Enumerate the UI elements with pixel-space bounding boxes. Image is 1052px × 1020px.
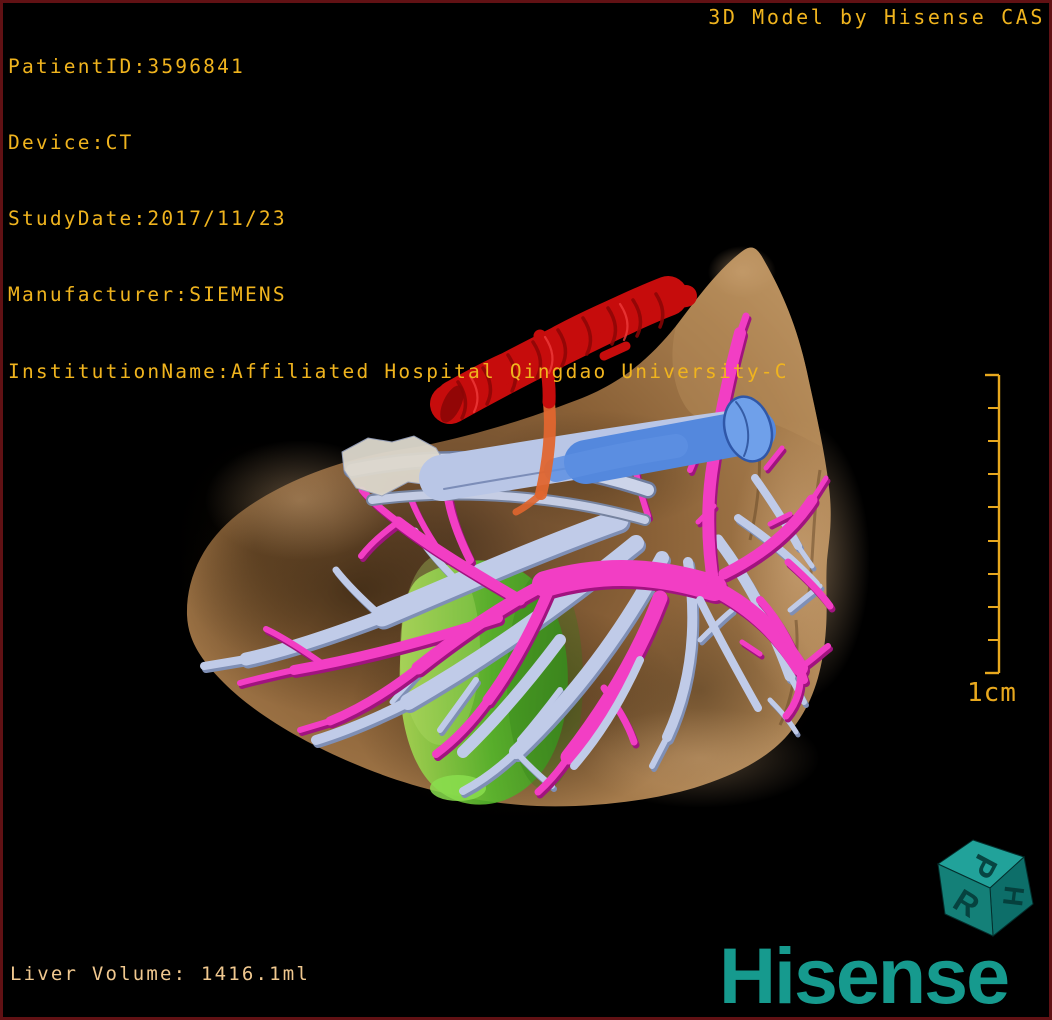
patient-info: PatientID:3596841 Device:CT StudyDate:20… bbox=[8, 3, 789, 435]
cube-letter-head: H bbox=[997, 884, 1030, 908]
liver-volume-text: Liver Volume: 1416.1ml bbox=[10, 963, 311, 985]
manufacturer-text: Manufacturer:SIEMENS bbox=[8, 283, 287, 307]
device-text: Device:CT bbox=[8, 131, 134, 155]
cas-3d-viewer-window: 1cm P H R PatientID:3596841 Device:CT St… bbox=[0, 0, 1052, 1020]
watermark-text: 3D Model by Hisense CAS bbox=[708, 5, 1045, 29]
hisense-logo: Hisense bbox=[719, 931, 1010, 1020]
scale-bar-label: 1cm bbox=[967, 678, 1017, 708]
patient-id-text: PatientID:3596841 bbox=[8, 54, 245, 78]
scale-bar: 1cm bbox=[967, 373, 1017, 708]
study-date-text: StudyDate:2017/11/23 bbox=[8, 207, 287, 231]
orientation-cube[interactable]: P H R bbox=[936, 839, 1034, 937]
institution-text: InstitutionName:Affiliated Hospital Qing… bbox=[8, 359, 789, 383]
